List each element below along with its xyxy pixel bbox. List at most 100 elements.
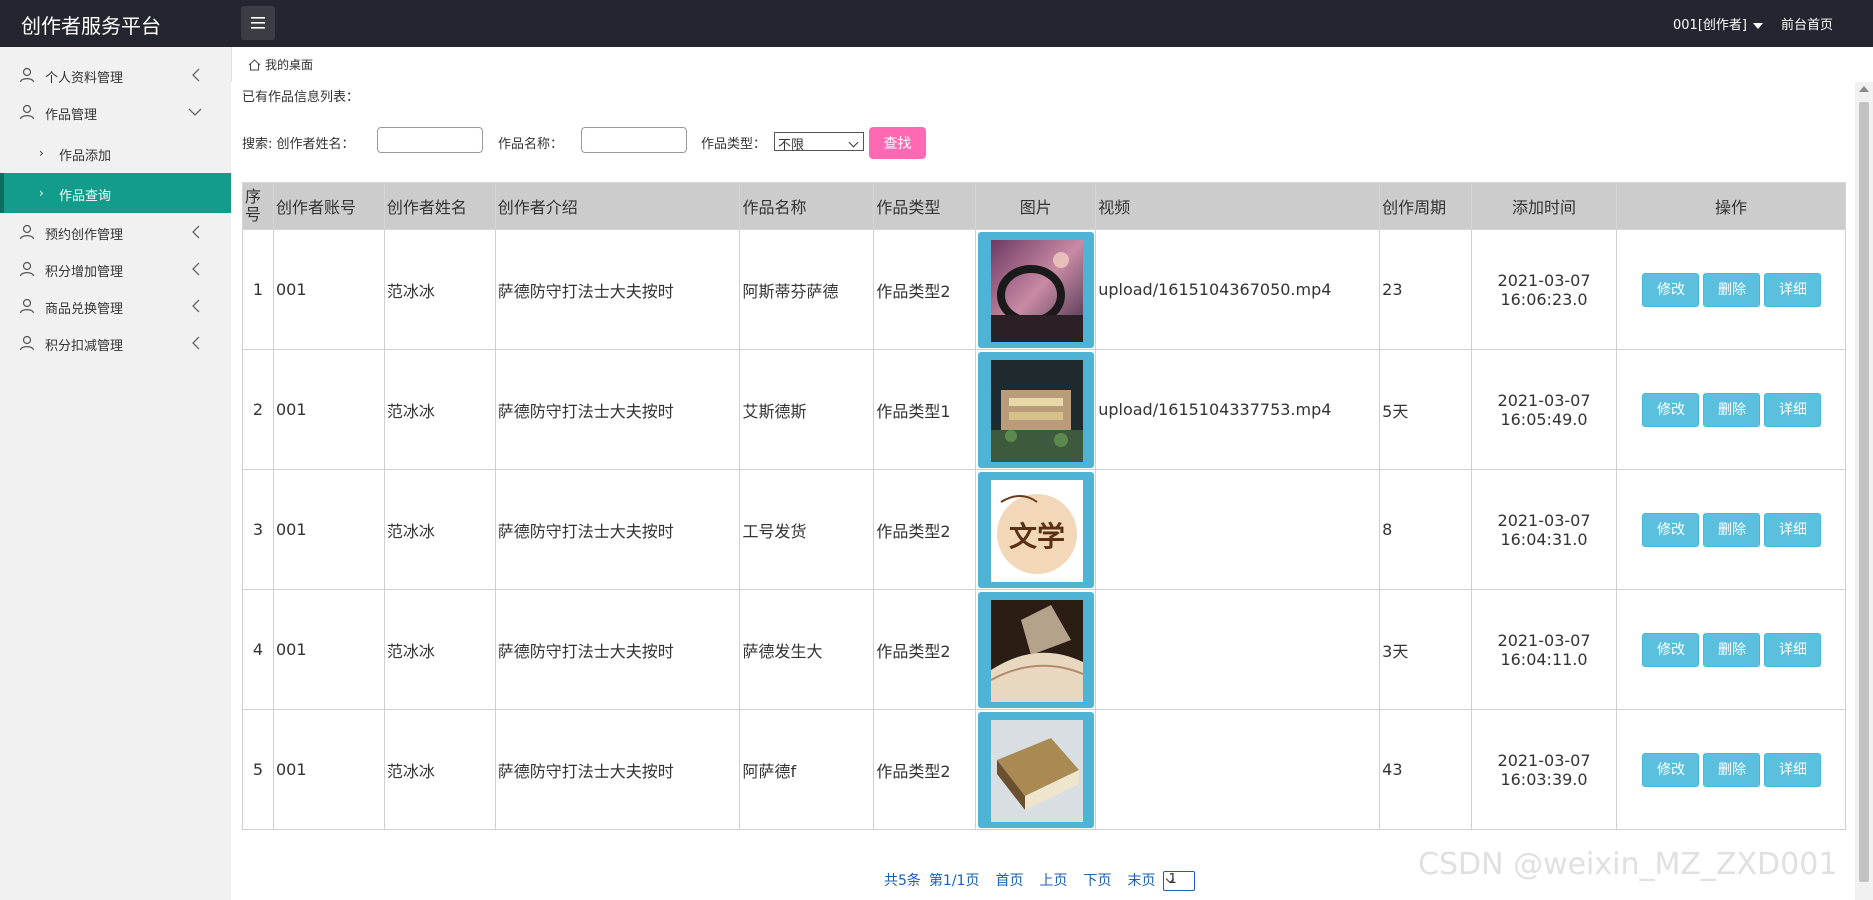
delete-button[interactable]: 删除 (1703, 392, 1761, 427)
work-image[interactable] (977, 591, 1094, 708)
sidebar: 个人资料管理 作品管理 › 作品添加 › 作品查询 预约创作管理 积分增加管理 … (0, 47, 232, 900)
header-cell: 添加时间 (1471, 182, 1617, 230)
cell-no: 3 (242, 469, 274, 590)
breadcrumb[interactable]: 我的桌面 (248, 56, 313, 73)
chevron-left-icon (192, 299, 200, 313)
work-image[interactable]: 文学 (977, 471, 1094, 588)
sidebar-item-exchange[interactable]: 商品兑换管理 (0, 288, 231, 325)
cell-no: 1 (242, 229, 274, 350)
watermark: CSDN @weixin_MZ_ZXD001 (1418, 847, 1838, 882)
user-menu[interactable]: 001[创作者] (1673, 14, 1763, 33)
cell-type: 作品类型2 (873, 589, 977, 710)
sidebar-item-profile[interactable]: 个人资料管理 (0, 57, 231, 94)
sidebar-item-points-add[interactable]: 积分增加管理 (0, 251, 231, 288)
chevron-right-icon: › (39, 146, 44, 160)
header-cell: 操作 (1615, 182, 1847, 230)
cell-added-time: 2021-03-07 16:05:49.0 (1471, 349, 1617, 470)
pager-first-link[interactable]: 首页 (995, 873, 1023, 889)
sidebar-item-label: 作品管理 (45, 108, 98, 123)
added-time: 16:05:49.0 (1500, 409, 1588, 429)
cell-name: 范冰冰 (383, 469, 496, 590)
sidebar-subitem-add-work[interactable]: › 作品添加 (0, 133, 231, 173)
detail-button[interactable]: 详细 (1764, 752, 1822, 787)
sidebar-item-label: 预约创作管理 (45, 228, 124, 243)
added-time: 16:04:31.0 (1500, 529, 1588, 549)
pager-next-link[interactable]: 下页 (1083, 873, 1111, 889)
sidebar-item-points-deduct[interactable]: 积分扣减管理 (0, 325, 231, 362)
sidebar-item-booking[interactable]: 预约创作管理 (0, 214, 231, 251)
scroll-thumb[interactable] (1859, 102, 1869, 882)
search-button[interactable]: 查找 (869, 127, 926, 159)
cell-account: 001 (272, 349, 385, 470)
chevron-left-icon (192, 225, 200, 239)
work-name-input[interactable] (581, 127, 687, 153)
pagination: 共5条 第1/1页 首页 上页 下页 末页 1 (884, 870, 1196, 891)
cell-actions: 修改 删除 详细 (1615, 469, 1847, 590)
cell-title: 艾斯德斯 (739, 349, 875, 470)
menu-toggle-button[interactable] (241, 6, 275, 40)
cell-cycle: 8 (1379, 469, 1473, 590)
added-time: 16:06:23.0 (1500, 289, 1588, 309)
user-icon (19, 67, 35, 83)
edit-button[interactable]: 修改 (1642, 272, 1700, 307)
app-title: 创作者服务平台 (21, 14, 161, 38)
added-date: 2021-03-07 (1497, 390, 1591, 410)
pager-last-link[interactable]: 末页 (1127, 873, 1155, 889)
table-row: 2 001 范冰冰 萨德防守打法士大夫按时 艾斯德斯 作品类型1 upload/… (242, 349, 1847, 470)
cell-title: 阿萨德f (739, 709, 875, 830)
edit-button[interactable]: 修改 (1642, 632, 1700, 667)
user-icon (19, 104, 35, 120)
cell-account: 001 (272, 589, 385, 710)
sidebar-subitem-query-work[interactable]: › 作品查询 (0, 173, 231, 213)
detail-button[interactable]: 详细 (1764, 392, 1822, 427)
cell-intro: 萨德防守打法士大夫按时 (494, 709, 741, 830)
list-caption: 已有作品信息列表： (242, 90, 360, 105)
delete-button[interactable]: 删除 (1703, 272, 1761, 307)
sidebar-subitem-label: 作品添加 (59, 149, 112, 164)
table-row: 3 001 范冰冰 萨德防守打法士大夫按时 工号发货 作品类型2 文学 8 20… (242, 469, 1847, 590)
page-select[interactable]: 1 (1163, 871, 1196, 891)
cell-name: 范冰冰 (383, 229, 496, 350)
cell-added-time: 2021-03-07 16:04:31.0 (1471, 469, 1617, 590)
work-image[interactable] (977, 231, 1094, 348)
cell-name: 范冰冰 (383, 589, 496, 710)
edit-button[interactable]: 修改 (1642, 752, 1700, 787)
chevron-left-icon (192, 336, 200, 350)
detail-button[interactable]: 详细 (1764, 632, 1822, 667)
delete-button[interactable]: 删除 (1703, 632, 1761, 667)
chevron-right-icon: › (39, 186, 44, 200)
building-model-photo (990, 359, 1083, 462)
author-name-input[interactable] (377, 127, 483, 153)
cell-image (975, 349, 1097, 470)
cell-added-time: 2021-03-07 16:06:23.0 (1471, 229, 1617, 350)
detail-button[interactable]: 详细 (1764, 512, 1822, 547)
delete-button[interactable]: 删除 (1703, 752, 1761, 787)
header-cell: 视频 (1095, 182, 1381, 230)
delete-button[interactable]: 删除 (1703, 512, 1761, 547)
car-photo (990, 239, 1083, 342)
sidebar-item-works[interactable]: 作品管理 (0, 94, 231, 131)
user-icon (19, 224, 35, 240)
work-image[interactable] (977, 351, 1094, 468)
header-cell: 图片 (975, 182, 1097, 230)
detail-button[interactable]: 详细 (1764, 272, 1822, 307)
cell-actions: 修改 删除 详细 (1615, 229, 1847, 350)
header-cell: 作品名称 (739, 182, 875, 230)
pager-prev-link[interactable]: 上页 (1039, 873, 1067, 889)
front-home-link[interactable]: 前台首页 (1781, 14, 1833, 33)
cell-cycle: 3天 (1379, 589, 1473, 710)
cell-image: 文学 (975, 469, 1097, 590)
sidebar-item-label: 积分扣减管理 (45, 339, 124, 354)
edit-button[interactable]: 修改 (1642, 512, 1700, 547)
cell-type: 作品类型2 (873, 709, 977, 830)
vertical-scrollbar[interactable] (1855, 82, 1873, 900)
cell-video: upload/1615104337753.mp4 (1095, 349, 1381, 470)
work-image[interactable] (977, 711, 1094, 828)
work-type-select[interactable]: 不限 (774, 132, 864, 153)
cell-video (1095, 709, 1381, 830)
cell-actions: 修改 删除 详细 (1615, 589, 1847, 710)
cell-actions: 修改 删除 详细 (1615, 709, 1847, 830)
scroll-up-arrow-icon[interactable] (1859, 86, 1869, 92)
edit-button[interactable]: 修改 (1642, 392, 1700, 427)
added-date: 2021-03-07 (1497, 510, 1591, 530)
